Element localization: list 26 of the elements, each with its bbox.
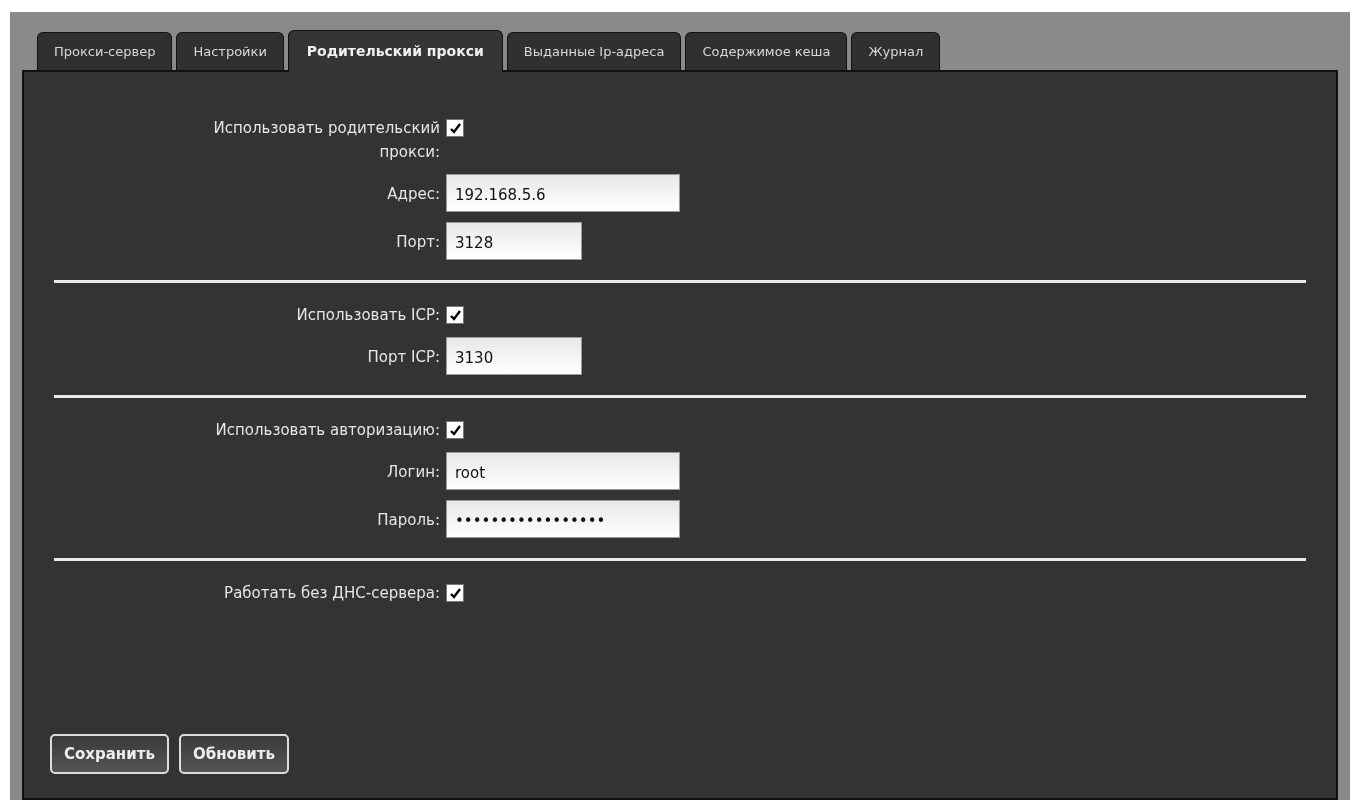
checkbox[interactable] <box>446 306 464 324</box>
field-label: Порт: <box>395 232 440 253</box>
field-label: Использовать ICP: <box>295 305 440 326</box>
field-label: Пароль: <box>376 510 440 531</box>
tab[interactable]: Выданные Ip-адреса <box>506 32 682 70</box>
text-field[interactable]: 3128 <box>446 222 582 260</box>
checkbox[interactable] <box>446 584 464 602</box>
field-label: Использовать родительский прокси: <box>212 118 440 163</box>
field-label: Работать без ДНС-сервера: <box>223 583 440 604</box>
action-button[interactable]: Сохранить <box>50 734 169 774</box>
text-field[interactable]: root <box>446 452 680 490</box>
field-label: Использовать авторизацию: <box>214 420 440 441</box>
text-field[interactable]: 192.168.5.6 <box>446 174 680 212</box>
checkbox[interactable] <box>446 421 464 439</box>
action-button[interactable]: Обновить <box>178 734 289 774</box>
tab[interactable]: Родительский прокси <box>287 30 503 72</box>
text-field[interactable]: 3130 <box>446 337 582 375</box>
tab[interactable]: Журнал <box>851 32 941 70</box>
text-field[interactable]: ••••••••••••••••• <box>446 500 680 538</box>
tab[interactable]: Прокси-сервер <box>37 32 173 70</box>
checkbox[interactable] <box>446 119 464 137</box>
field-label: Порт ICP: <box>366 347 440 368</box>
field-label: Адрес: <box>386 184 440 205</box>
tab[interactable]: Настройки <box>176 32 284 70</box>
tab[interactable]: Содержимое кеша <box>685 32 848 70</box>
field-label: Логин: <box>386 462 440 483</box>
